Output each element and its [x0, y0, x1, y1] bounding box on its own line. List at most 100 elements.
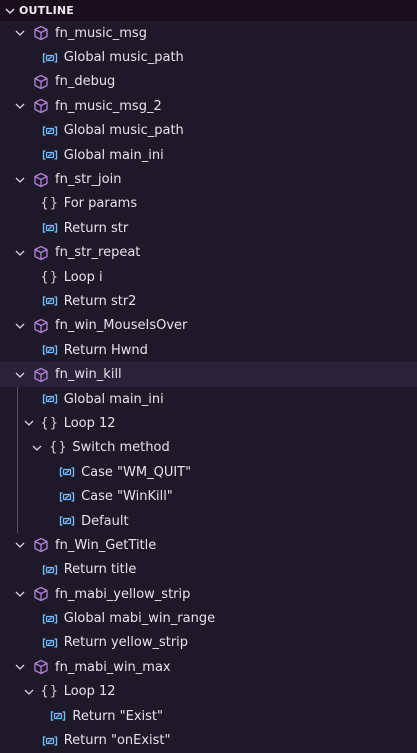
outline-item[interactable]: Return str2: [0, 289, 417, 313]
outline-item[interactable]: fn_win_kill: [0, 362, 417, 387]
variable-icon: [42, 391, 58, 407]
method-cube-icon: [33, 586, 49, 602]
outline-item[interactable]: Return yellow_strip: [0, 631, 417, 655]
outline-item-label: fn_mabi_yellow_strip: [55, 586, 191, 602]
chevron-down-icon[interactable]: [1, 5, 19, 17]
braces-scope-icon: {}: [40, 269, 59, 285]
variable-icon: [42, 220, 58, 236]
outline-item[interactable]: Return title: [0, 558, 417, 582]
outline-item[interactable]: {} Switch method: [0, 436, 417, 460]
outline-item[interactable]: fn_music_msg: [0, 21, 417, 45]
outline-item[interactable]: fn_debug: [0, 70, 417, 94]
outline-item[interactable]: {} Loop 12: [0, 411, 417, 435]
outline-item[interactable]: fn_mabi_win_max: [0, 655, 417, 679]
outline-item[interactable]: fn_str_repeat: [0, 241, 417, 265]
outline-item[interactable]: fn_win_MouseIsOver: [0, 314, 417, 338]
outline-item-label: fn_str_join: [55, 172, 122, 188]
variable-icon: [42, 342, 58, 358]
chevron-down-icon[interactable]: [14, 247, 26, 259]
variable-icon: [42, 123, 58, 139]
outline-item-label: Return str: [63, 220, 129, 236]
outline-item-label: Loop 12: [63, 415, 116, 431]
outline-item[interactable]: {} Loop i: [0, 265, 417, 289]
outline-item[interactable]: Global main_ini: [0, 143, 417, 167]
outline-item[interactable]: Case "WinKill": [0, 484, 417, 508]
method-cube-icon: [33, 659, 49, 675]
chevron-down-icon[interactable]: [14, 661, 26, 673]
chevron-down-icon[interactable]: [14, 27, 26, 39]
variable-icon: [50, 708, 66, 724]
outline-item[interactable]: Return "onExist": [0, 728, 417, 752]
variable-icon: [42, 562, 58, 578]
outline-item[interactable]: Default: [0, 509, 417, 533]
outline-item-label: fn_win_kill: [55, 367, 122, 383]
outline-item-label: Return "onExist": [63, 733, 171, 749]
outline-item-label: Loop 12: [63, 684, 116, 700]
outline-item-label: Loop i: [63, 269, 103, 285]
variable-icon: [59, 464, 75, 480]
variable-icon: [42, 293, 58, 309]
method-cube-icon: [33, 98, 49, 114]
outline-item[interactable]: Global mabi_win_range: [0, 606, 417, 630]
outline-item-label: Case "WinKill": [81, 489, 173, 505]
chevron-down-icon[interactable]: [23, 417, 35, 429]
outline-item-label: Global main_ini: [63, 147, 164, 163]
outline-tree: fn_music_msg Global music_path fn_debug fn_…: [0, 21, 417, 753]
variable-icon: [59, 513, 75, 529]
outline-item[interactable]: Return str: [0, 216, 417, 240]
outline-item[interactable]: Case "WM_QUIT": [0, 460, 417, 484]
method-cube-icon: [33, 318, 49, 334]
variable-icon: [42, 147, 58, 163]
chevron-down-icon[interactable]: [14, 369, 26, 381]
outline-item-label: Return Hwnd: [63, 342, 148, 358]
outline-item[interactable]: {} Loop 12: [0, 680, 417, 704]
variable-icon: [42, 611, 58, 627]
outline-item[interactable]: fn_str_join: [0, 167, 417, 191]
method-cube-icon: [33, 245, 49, 261]
outline-item-label: Case "WM_QUIT": [81, 464, 192, 480]
chevron-down-icon[interactable]: [14, 539, 26, 551]
outline-item-label: Default: [81, 513, 129, 529]
chevron-down-icon[interactable]: [14, 320, 26, 332]
variable-icon: [42, 635, 58, 651]
method-cube-icon: [33, 537, 49, 553]
outline-item-label: Return yellow_strip: [63, 635, 189, 651]
chevron-down-icon[interactable]: [14, 174, 26, 186]
variable-icon: [42, 50, 58, 66]
braces-scope-icon: {}: [40, 196, 59, 212]
method-cube-icon: [33, 367, 49, 383]
braces-scope-icon: {}: [40, 684, 59, 700]
chevron-down-icon[interactable]: [14, 588, 26, 600]
outline-item-label: Return "Exist": [72, 708, 164, 724]
variable-icon: [42, 733, 58, 749]
outline-title: OUTLINE: [19, 4, 75, 17]
outline-item-label: fn_win_MouseIsOver: [55, 318, 188, 334]
outline-item-label: fn_music_msg_2: [55, 98, 162, 114]
outline-item[interactable]: Global music_path: [0, 45, 417, 69]
outline-item[interactable]: Global main_ini: [0, 387, 417, 411]
chevron-down-icon[interactable]: [14, 100, 26, 112]
outline-item-label: fn_Win_GetTitle: [55, 537, 157, 553]
outline-item-label: fn_debug: [55, 74, 116, 90]
outline-header[interactable]: OUTLINE: [0, 0, 417, 21]
outline-item[interactable]: fn_Win_GetTitle: [0, 533, 417, 557]
outline-item-label: Return str2: [63, 293, 137, 309]
outline-item-label: Global mabi_win_range: [63, 611, 216, 627]
outline-item-label: Global music_path: [63, 50, 184, 66]
outline-item[interactable]: Global music_path: [0, 119, 417, 143]
outline-item-label: Return title: [63, 562, 137, 578]
method-cube-icon: [33, 25, 49, 41]
braces-scope-icon: {}: [49, 440, 68, 456]
outline-item[interactable]: fn_mabi_yellow_strip: [0, 582, 417, 606]
outline-item-label: fn_music_msg: [55, 25, 147, 41]
outline-item[interactable]: {} For params: [0, 192, 417, 216]
outline-item-label: Switch method: [72, 440, 170, 456]
chevron-down-icon[interactable]: [31, 442, 43, 454]
outline-item[interactable]: fn_music_msg_2: [0, 94, 417, 118]
chevron-down-icon[interactable]: [23, 686, 35, 698]
outline-item-label: Global music_path: [63, 123, 184, 139]
outline-item[interactable]: Return "Exist": [0, 704, 417, 728]
outline-item[interactable]: Return Hwnd: [0, 338, 417, 362]
method-cube-icon: [33, 172, 49, 188]
braces-scope-icon: {}: [40, 415, 59, 431]
